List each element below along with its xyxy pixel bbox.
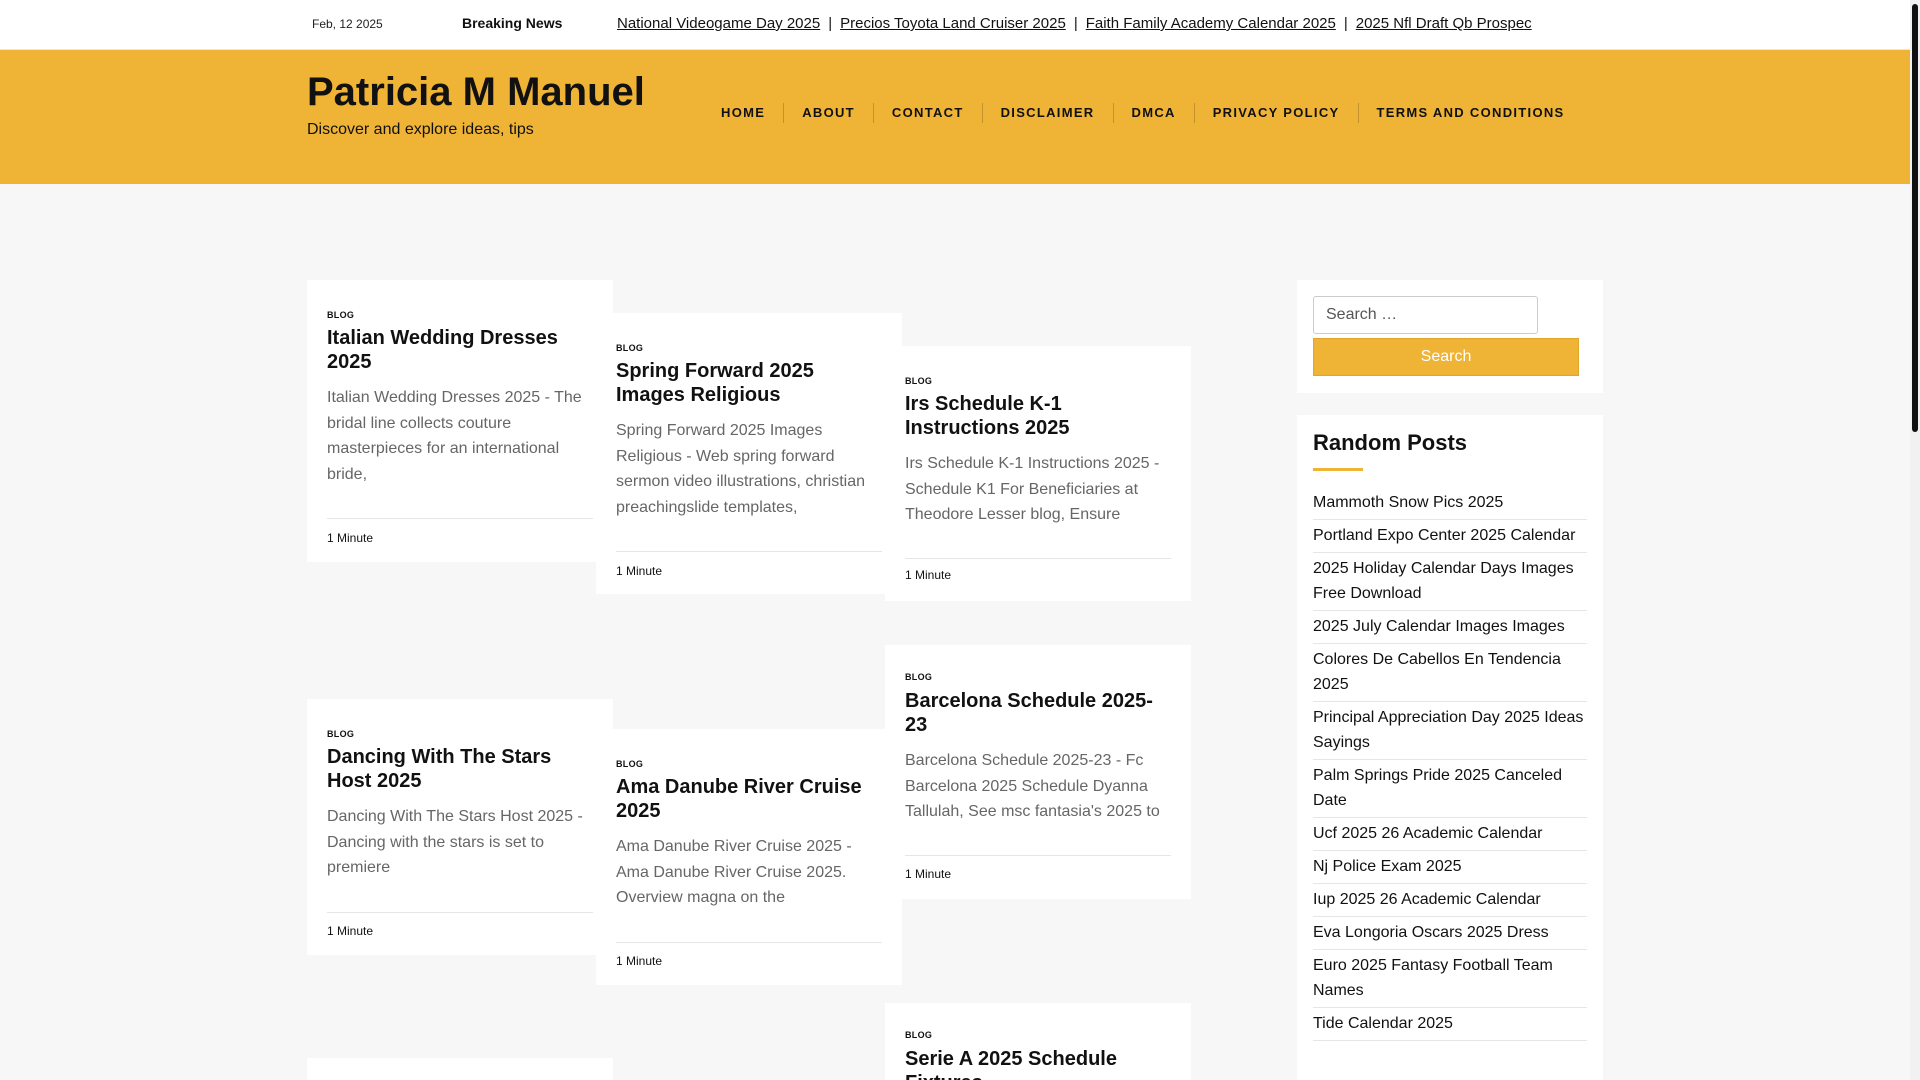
site-header: Patricia M Manuel Discover and explore i…: [0, 50, 1910, 184]
ticker-separator: |: [1343, 15, 1348, 32]
post-category[interactable]: BLOG: [616, 343, 643, 353]
nav-privacy-policy[interactable]: PRIVACY POLICY: [1195, 103, 1359, 123]
post-title[interactable]: Spring Forward 2025 Images Religious: [616, 359, 884, 407]
post-title[interactable]: Italian Wedding Dresses 2025: [327, 326, 595, 374]
post-card: [307, 1058, 613, 1080]
post-excerpt: Irs Schedule K-1 Instructions 2025 - Sch…: [905, 455, 1160, 523]
post-card: BLOG Ama Danube River Cruise 2025 Ama Da…: [596, 729, 902, 985]
post-excerpt: Ama Danube River Cruise 2025 - Ama Danub…: [616, 838, 852, 906]
random-post-link[interactable]: Mammoth Snow Pics 2025: [1313, 487, 1587, 520]
page-scrollbar[interactable]: [1910, 0, 1920, 1080]
card-divider: [616, 942, 882, 943]
post-excerpt: Barcelona Schedule 2025-23 - Fc Barcelon…: [905, 752, 1160, 820]
post-category[interactable]: BLOG: [616, 759, 643, 769]
read-time: 1 Minute: [905, 568, 952, 582]
post-card: BLOG Spring Forward 2025 Images Religiou…: [596, 313, 902, 594]
post-title[interactable]: Barcelona Schedule 2025-23: [905, 689, 1173, 737]
title-underline: [1313, 468, 1363, 471]
random-post-link[interactable]: Nj Police Exam 2025: [1313, 851, 1587, 884]
site-tagline: Discover and explore ideas, tips: [307, 121, 534, 138]
post-title[interactable]: Irs Schedule K-1 Instructions 2025: [905, 392, 1173, 440]
post-category[interactable]: BLOG: [327, 310, 354, 320]
nav-home[interactable]: HOME: [703, 103, 785, 123]
nav-contact[interactable]: CONTACT: [874, 103, 983, 123]
site-title[interactable]: Patricia M Manuel: [307, 70, 645, 115]
read-time: 1 Minute: [905, 867, 952, 881]
post-excerpt: Italian Wedding Dresses 2025 - The brida…: [327, 389, 582, 483]
post-excerpt: Dancing With The Stars Host 2025 - Danci…: [327, 808, 583, 876]
card-divider: [905, 855, 1171, 856]
post-category[interactable]: BLOG: [327, 729, 354, 739]
read-time: 1 Minute: [327, 924, 374, 938]
ticker-link[interactable]: National Videogame Day 2025: [617, 15, 820, 32]
random-post-link[interactable]: 2025 Holiday Calendar Days Images Free D…: [1313, 553, 1587, 611]
breaking-news-label: Breaking News: [462, 15, 563, 31]
random-post-link[interactable]: Tide Calendar 2025: [1313, 1008, 1587, 1041]
card-divider: [327, 518, 593, 519]
read-time: 1 Minute: [616, 954, 663, 968]
random-post-link[interactable]: Iup 2025 26 Academic Calendar: [1313, 884, 1587, 917]
top-bar: Feb, 12 2025 Breaking News National Vide…: [0, 0, 1910, 50]
scrollbar-thumb[interactable]: [1912, 4, 1918, 432]
post-card: BLOG Dancing With The Stars Host 2025 Da…: [307, 699, 613, 955]
post-card: BLOG Irs Schedule K-1 Instructions 2025 …: [885, 346, 1191, 601]
random-post-link[interactable]: Portland Expo Center 2025 Calendar: [1313, 520, 1587, 553]
post-title[interactable]: Serie A 2025 Schedule Fixtures: [905, 1047, 1173, 1080]
post-title[interactable]: Ama Danube River Cruise 2025: [616, 775, 884, 823]
random-post-link[interactable]: Colores De Cabellos En Tendencia 2025: [1313, 644, 1587, 702]
read-time: 1 Minute: [616, 564, 663, 578]
post-title[interactable]: Dancing With The Stars Host 2025: [327, 745, 595, 793]
post-category[interactable]: BLOG: [905, 672, 932, 682]
random-post-link[interactable]: 2025 July Calendar Images Images: [1313, 611, 1587, 644]
random-post-link[interactable]: Ucf 2025 26 Academic Calendar: [1313, 818, 1587, 851]
nav-disclaimer[interactable]: DISCLAIMER: [983, 103, 1114, 123]
random-post-link[interactable]: Euro 2025 Fantasy Football Team Names: [1313, 950, 1587, 1008]
nav-about[interactable]: ABOUT: [784, 103, 874, 123]
random-posts-widget: Random Posts Mammoth Snow Pics 2025 Port…: [1297, 415, 1603, 1080]
ticker-link[interactable]: Precios Toyota Land Cruiser 2025: [840, 15, 1066, 32]
search-widget: Search: [1297, 280, 1603, 393]
page: Feb, 12 2025 Breaking News National Vide…: [0, 0, 1910, 1080]
ticker-separator: |: [1073, 15, 1078, 32]
card-divider: [616, 551, 882, 552]
search-input[interactable]: [1313, 296, 1538, 334]
random-post-link[interactable]: Palm Springs Pride 2025 Canceled Date: [1313, 760, 1587, 818]
read-time: 1 Minute: [327, 531, 374, 545]
card-divider: [327, 912, 593, 913]
ticker-separator: |: [828, 15, 833, 32]
post-card: BLOG Italian Wedding Dresses 2025 Italia…: [307, 280, 613, 562]
breaking-news-ticker: National Videogame Day 2025 | Precios Toyo…: [617, 15, 1604, 37]
ticker-link[interactable]: 2025 Nfl Draft Qb Prospec: [1356, 15, 1532, 32]
post-category[interactable]: BLOG: [905, 1030, 932, 1040]
nav-terms-and-conditions[interactable]: TERMS AND CONDITIONS: [1359, 103, 1583, 123]
post-card: BLOG Barcelona Schedule 2025-23 Barcelon…: [885, 645, 1191, 899]
random-posts-list: Mammoth Snow Pics 2025 Portland Expo Cen…: [1313, 487, 1587, 1041]
search-button[interactable]: Search: [1313, 338, 1579, 376]
current-date: Feb, 12 2025: [312, 17, 383, 31]
post-category[interactable]: BLOG: [905, 376, 932, 386]
nav-dmca[interactable]: DMCA: [1114, 103, 1195, 123]
ticker-link[interactable]: Faith Family Academy Calendar 2025: [1086, 15, 1336, 32]
post-card: BLOG Serie A 2025 Schedule Fixtures: [885, 1003, 1191, 1080]
random-post-link[interactable]: Eva Longoria Oscars 2025 Dress: [1313, 917, 1587, 950]
random-post-link[interactable]: Principal Appreciation Day 2025 Ideas Sa…: [1313, 702, 1587, 760]
post-excerpt: Spring Forward 2025 Images Religious - W…: [616, 422, 865, 516]
main-nav: HOME ABOUT CONTACT DISCLAIMER DMCA PRIVA…: [703, 103, 1583, 123]
widget-title: Random Posts: [1313, 430, 1468, 455]
card-divider: [905, 558, 1171, 559]
